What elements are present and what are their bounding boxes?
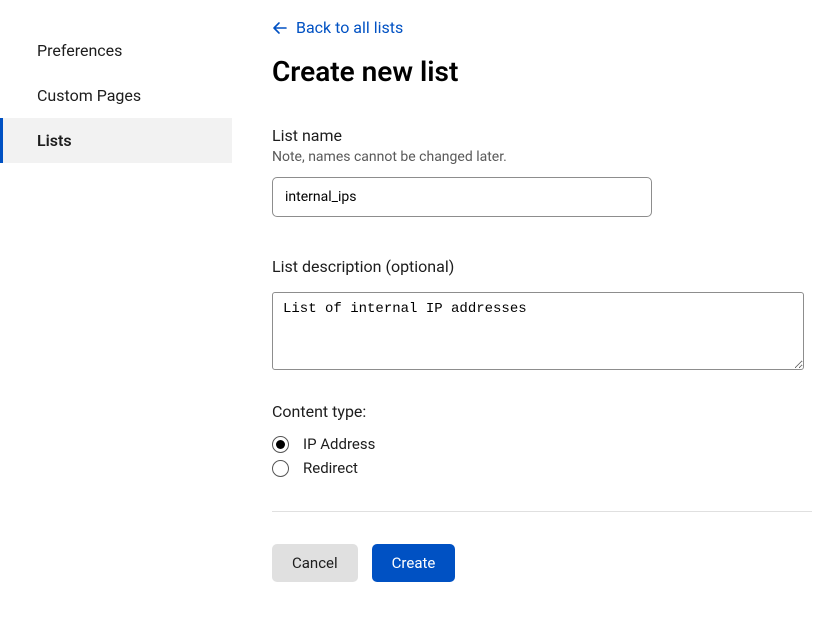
list-name-field-group: List name Note, names cannot be changed … xyxy=(272,126,812,217)
sidebar-item-label: Custom Pages xyxy=(37,86,141,105)
list-name-input[interactable] xyxy=(272,177,652,217)
sidebar-item-preferences[interactable]: Preferences xyxy=(0,28,232,73)
sidebar-item-label: Lists xyxy=(37,131,72,150)
main-content: Back to all lists Create new list List n… xyxy=(232,0,823,617)
list-description-field-group: List description (optional) xyxy=(272,257,812,374)
content-type-label: Content type: xyxy=(272,402,812,421)
arrow-left-icon xyxy=(272,20,288,36)
divider xyxy=(272,511,812,512)
list-name-label: List name xyxy=(272,126,812,145)
list-name-note: Note, names cannot be changed later. xyxy=(272,149,812,165)
back-link-text: Back to all lists xyxy=(296,18,403,37)
sidebar-item-custom-pages[interactable]: Custom Pages xyxy=(0,73,232,118)
cancel-button[interactable]: Cancel xyxy=(272,544,358,582)
content-type-option-ip-address[interactable]: IP Address xyxy=(272,435,812,453)
sidebar: Preferences Custom Pages Lists xyxy=(0,0,232,617)
radio-label: Redirect xyxy=(303,459,358,477)
radio-icon xyxy=(272,436,289,453)
radio-label: IP Address xyxy=(303,435,375,453)
list-description-label: List description (optional) xyxy=(272,257,812,276)
page-title: Create new list xyxy=(272,55,812,88)
content-type-option-redirect[interactable]: Redirect xyxy=(272,459,812,477)
sidebar-item-label: Preferences xyxy=(37,41,122,60)
radio-icon xyxy=(272,460,289,477)
button-row: Cancel Create xyxy=(272,544,812,582)
content-type-radio-group: IP Address Redirect xyxy=(272,435,812,477)
create-button[interactable]: Create xyxy=(372,544,456,582)
back-to-all-lists-link[interactable]: Back to all lists xyxy=(272,18,403,37)
list-description-textarea[interactable] xyxy=(272,292,804,370)
sidebar-item-lists[interactable]: Lists xyxy=(0,118,232,163)
